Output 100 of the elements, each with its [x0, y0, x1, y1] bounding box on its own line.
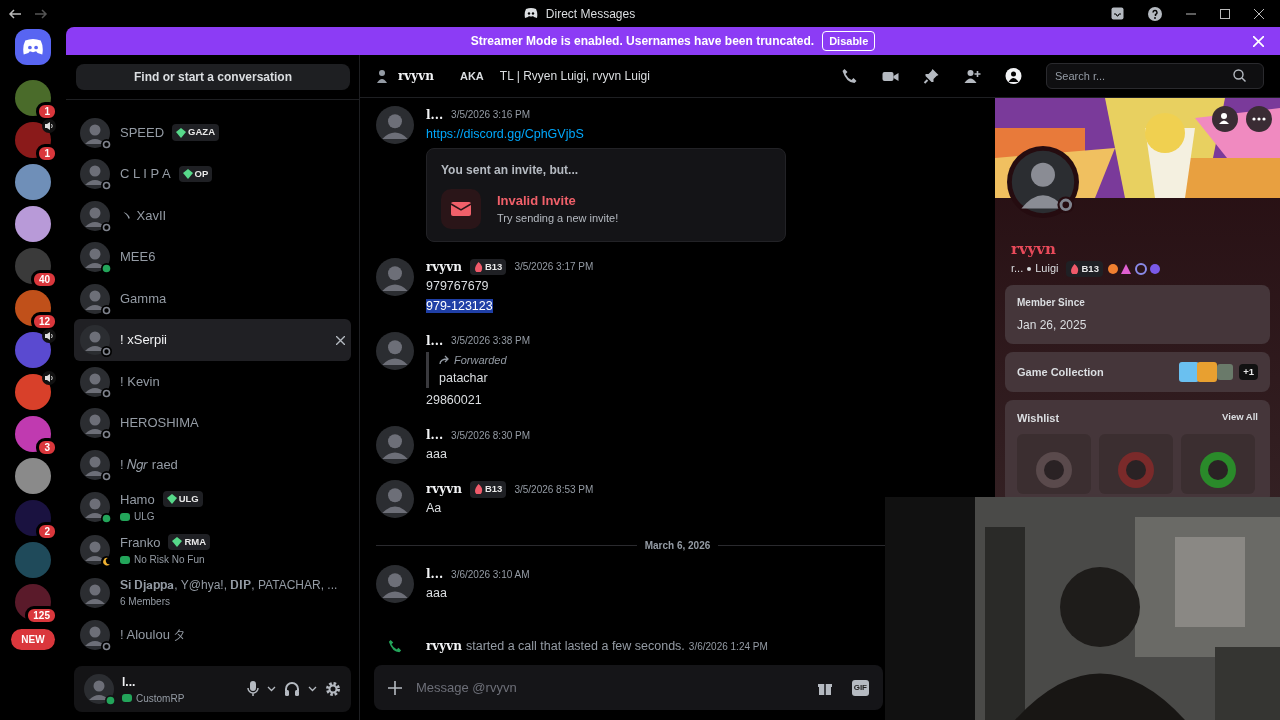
window-title: Direct Messages	[545, 5, 636, 23]
dm-item[interactable]: Franko RMA No Risk No Fun	[74, 528, 351, 572]
author-name: l...	[426, 332, 444, 350]
search-field[interactable]: Search r...	[1046, 62, 1264, 89]
back-arrow-icon[interactable]	[8, 6, 22, 21]
disable-button[interactable]: Disable	[822, 30, 876, 52]
dm-item[interactable]: MEE6	[74, 236, 351, 278]
phone-icon	[388, 639, 402, 654]
dm-item[interactable]: Hamo ULG ULG	[74, 485, 351, 529]
avatar	[80, 117, 110, 148]
add-friend-icon[interactable]	[964, 67, 981, 84]
author-name: rvyvn	[426, 481, 462, 499]
avatar	[84, 674, 114, 704]
forwarded-label: Forwarded	[454, 352, 507, 368]
server-icon[interactable]	[15, 500, 51, 537]
dot-icon	[1027, 266, 1032, 271]
dm-name: 𝐒𝐢 𝐃𝐣𝐚𝐩𝐩𝐚, Y@hya!, 𝐃𝐈𝐏, PATACHAR, ...	[120, 577, 338, 595]
chat-user-name: rvyvn	[398, 67, 434, 85]
message-text: patachar	[439, 370, 489, 388]
dm-item[interactable]: SPEED GAZA	[74, 111, 351, 154]
dm-item[interactable]: ヽ XavII	[74, 194, 351, 237]
dm-name: ! Kevin	[120, 372, 160, 391]
search-icon[interactable]	[1233, 69, 1246, 83]
avatar	[80, 577, 110, 608]
discord-logo-icon	[22, 38, 44, 56]
author-name: rvyvn	[426, 638, 462, 656]
dm-name: C L I P A	[120, 165, 171, 184]
game-collection-label: Game Collection	[1017, 364, 1105, 380]
profile-pronoun: Luigi	[1035, 261, 1059, 277]
profile-name: rvyvn	[1011, 238, 1057, 260]
dm-name: ! xSerpii	[120, 331, 167, 350]
dm-item[interactable]: ! 𝑁𝑔𝑟 raed	[74, 443, 351, 486]
gif-button[interactable]: GIF	[851, 679, 869, 696]
timestamp: 3/5/2026 8:30 PM	[451, 428, 531, 443]
message-input[interactable]: Message @rvyvn	[414, 676, 806, 699]
server-icon[interactable]	[15, 206, 51, 243]
server-icon[interactable]	[15, 458, 51, 495]
new-button[interactable]: NEW	[11, 629, 55, 651]
forward-arrow-icon[interactable]	[34, 6, 48, 21]
message-text: 979767679	[426, 278, 489, 293]
date-divider: March 6, 2026	[644, 539, 711, 554]
headphones-icon[interactable]	[284, 681, 300, 697]
settings-icon[interactable]	[325, 681, 341, 697]
user-profile-icon[interactable]	[1005, 67, 1022, 84]
server-icon[interactable]	[15, 416, 51, 453]
help-icon[interactable]	[1148, 6, 1162, 21]
timestamp: 3/5/2026 3:16 PM	[451, 108, 531, 123]
dm-item[interactable]: Gamma	[74, 277, 351, 320]
caret-icon[interactable]	[267, 686, 276, 692]
dm-item[interactable]: HEROSHIMA	[74, 402, 351, 444]
invite-subtitle: Try sending a new invite!	[497, 211, 619, 227]
avatar	[80, 325, 110, 356]
invite-link[interactable]: https://discord.gg/CphGVjbS	[426, 123, 786, 144]
dm-name: ! 𝑁𝑔𝑟 raed	[120, 455, 178, 474]
more-icon[interactable]	[1246, 105, 1272, 132]
dm-name: SPEED	[120, 123, 165, 142]
invite-title: Invalid Invite	[497, 191, 577, 210]
dm-subtitle: No Risk No Fun	[134, 553, 205, 568]
avatar	[80, 242, 110, 273]
activity-text: CustomRP	[136, 691, 185, 706]
flame-icon	[1070, 263, 1080, 274]
maximize-icon[interactable]	[1220, 8, 1230, 19]
view-all-link[interactable]: View All	[1222, 409, 1258, 427]
clan-tag: GAZA	[172, 124, 219, 141]
clan-tag: B13	[1066, 260, 1103, 277]
home-button[interactable]	[15, 29, 51, 66]
gem-icon	[182, 169, 193, 180]
avatar	[80, 408, 110, 439]
server-icon[interactable]	[15, 80, 51, 117]
plus-icon[interactable]	[388, 680, 402, 695]
avatar	[80, 366, 110, 397]
dm-item[interactable]: ! Aloulou タ	[74, 614, 351, 656]
search-button[interactable]: Find or start a conversation	[76, 63, 350, 90]
avatar	[80, 200, 110, 231]
dm-item[interactable]: 𝐒𝐢 𝐃𝐣𝐚𝐩𝐩𝐚, Y@hya!, 𝐃𝐈𝐏, PATACHAR, ... 6 Members	[74, 571, 351, 615]
message-text: 29860021	[426, 393, 482, 408]
server-icon[interactable]	[15, 164, 51, 201]
message-field[interactable]: Message @rvyvn GIF	[374, 665, 883, 710]
user-icon	[376, 68, 390, 83]
close-icon[interactable]	[336, 335, 345, 345]
message-text: Aa	[426, 501, 442, 516]
close-icon[interactable]	[1254, 8, 1264, 19]
dm-item[interactable]: C L I P A OP	[74, 153, 351, 195]
dm-item[interactable]: ! Kevin	[74, 360, 351, 403]
dm-item[interactable]: ! xSerpii	[74, 319, 351, 361]
friend-check-icon[interactable]	[1212, 105, 1238, 132]
pin-icon[interactable]	[923, 67, 940, 84]
inbox-icon[interactable]	[1111, 7, 1124, 21]
phone-icon[interactable]	[841, 67, 858, 84]
search-input[interactable]: Search r...	[1053, 66, 1233, 86]
aka-label: AKA	[459, 68, 484, 84]
caret-icon[interactable]	[308, 686, 317, 692]
profile-handle: r...	[1011, 261, 1024, 277]
avatar	[80, 534, 110, 565]
dm-name: Gamma	[120, 289, 167, 308]
dm-name: MEE6	[120, 248, 156, 267]
avatar	[376, 426, 414, 465]
dm-subtitle: 6 Members	[120, 595, 170, 610]
microphone-icon[interactable]	[247, 681, 259, 697]
avatar	[376, 257, 414, 296]
